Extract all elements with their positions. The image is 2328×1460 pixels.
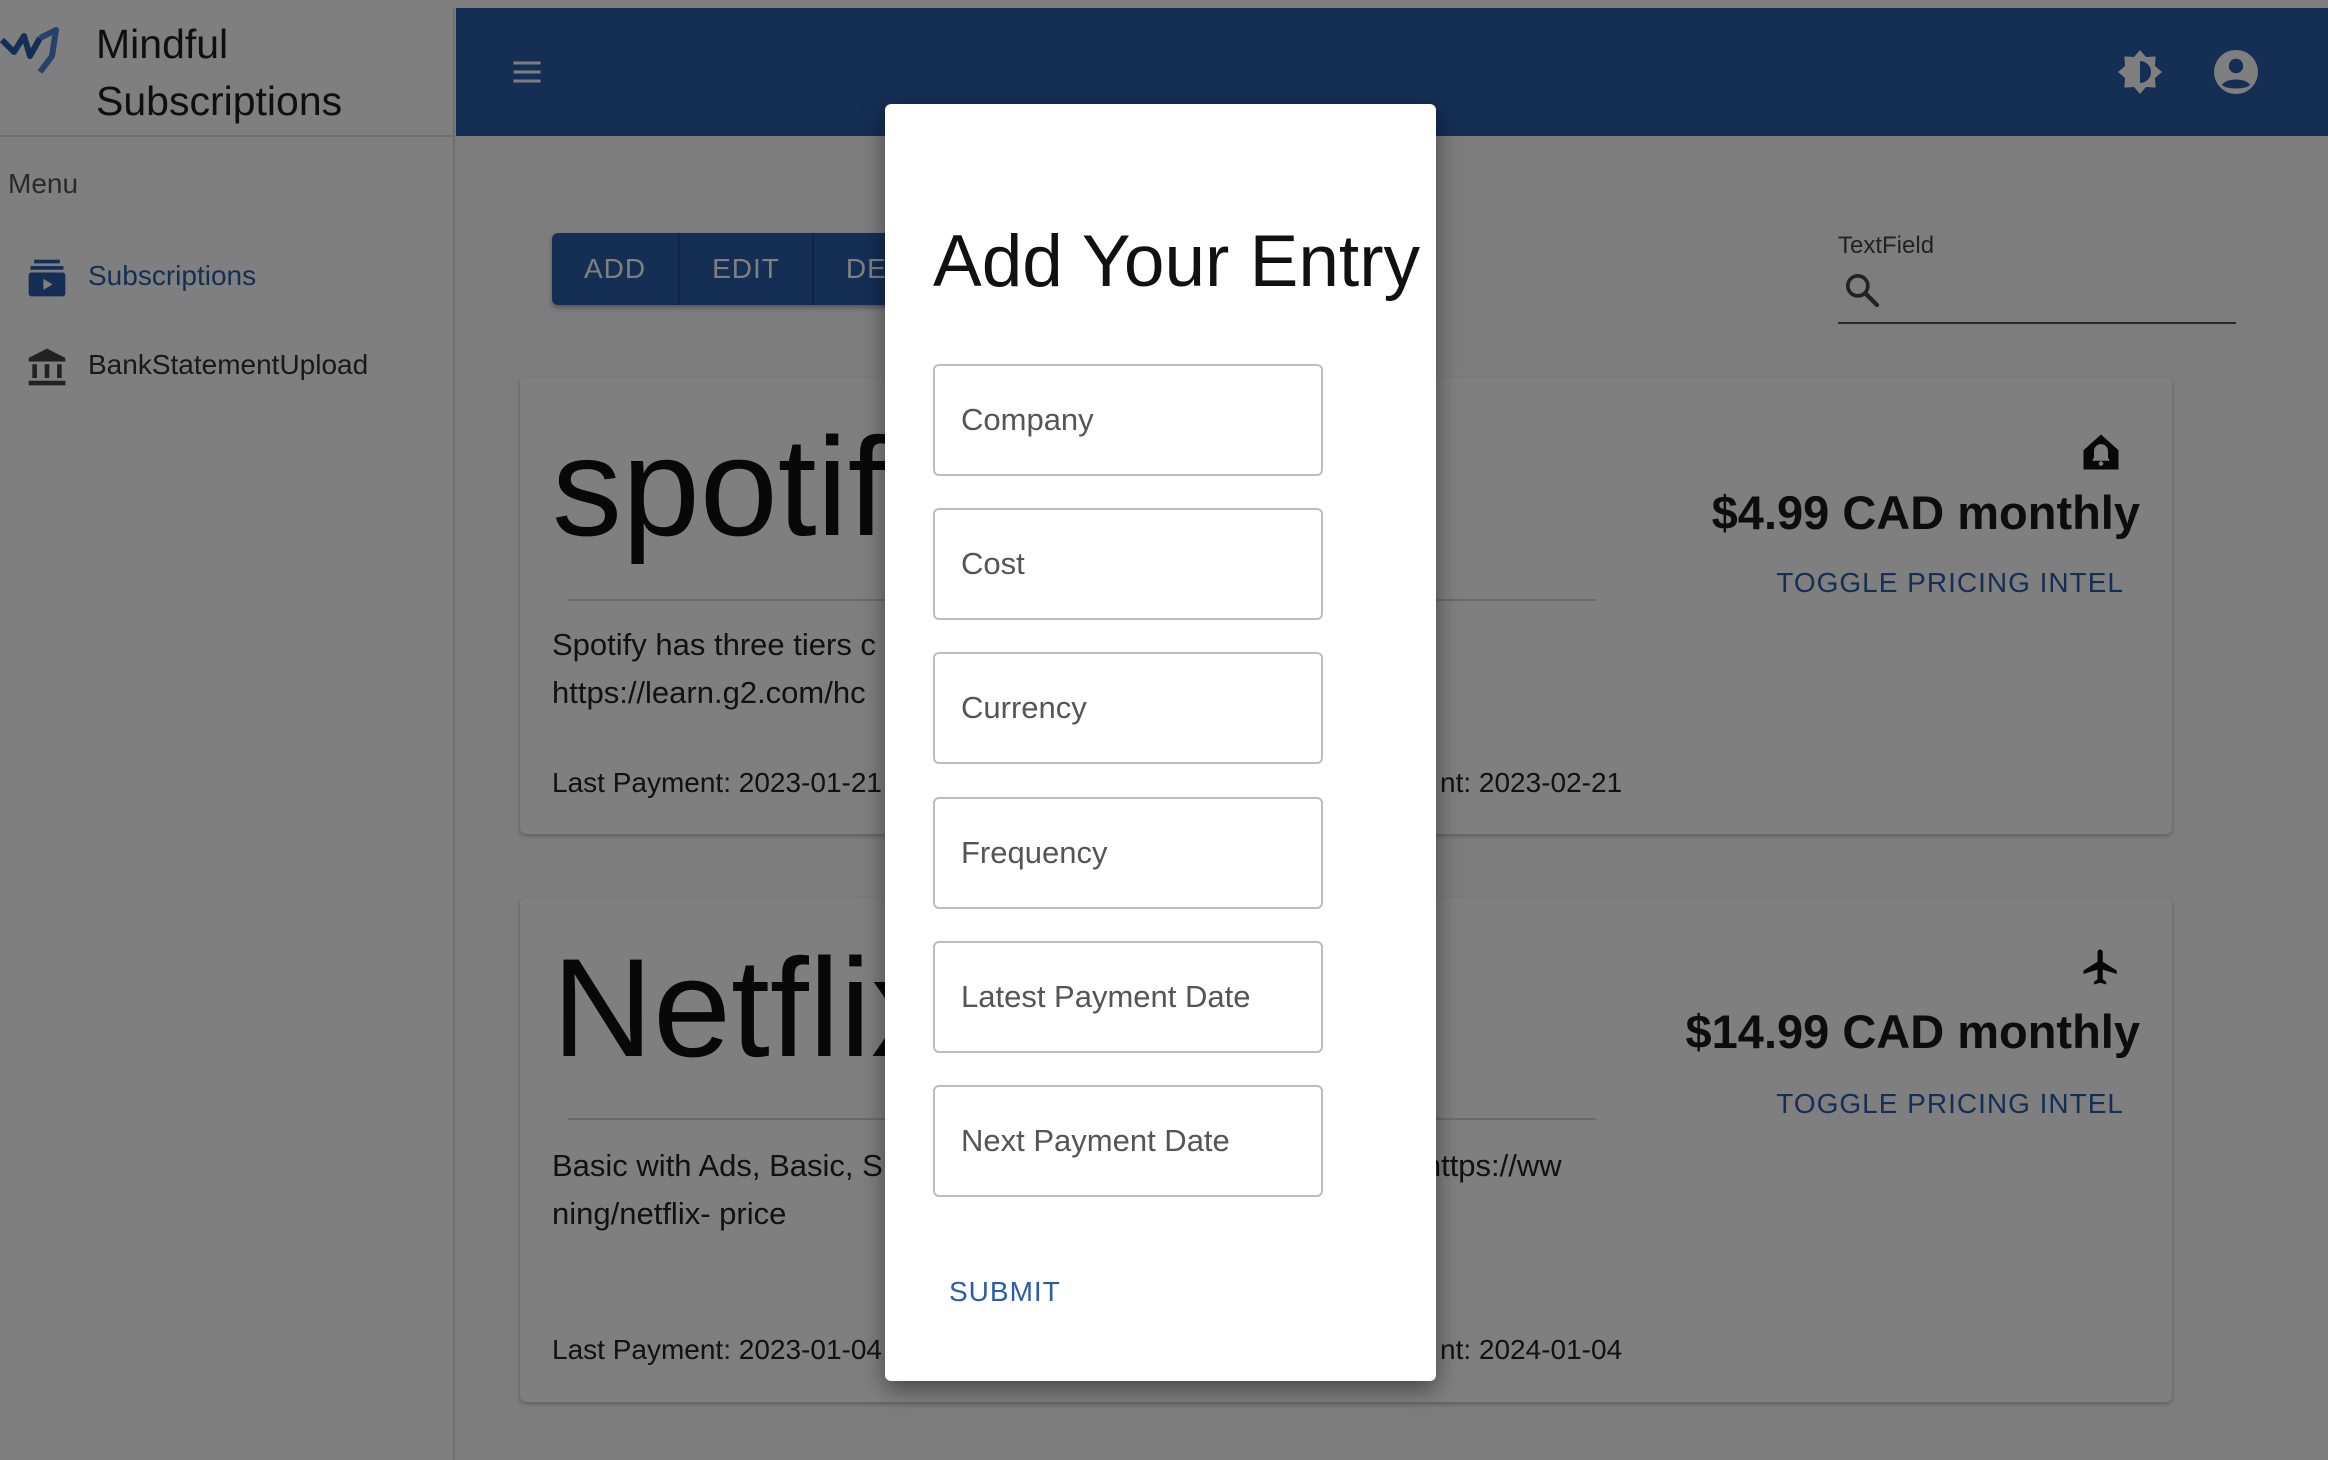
currency-input[interactable]	[961, 654, 1301, 762]
next-payment-date-input[interactable]	[961, 1087, 1301, 1195]
latest-payment-date-field	[933, 941, 1323, 1053]
cost-field	[933, 508, 1323, 620]
frequency-input[interactable]	[961, 799, 1301, 907]
next-payment-date-field	[933, 1085, 1323, 1197]
company-input[interactable]	[961, 366, 1301, 474]
cost-input[interactable]	[961, 510, 1301, 618]
frequency-field	[933, 797, 1323, 909]
latest-payment-date-input[interactable]	[961, 943, 1301, 1051]
app-root: Mindful Subscriptions Menu Subscriptions…	[0, 0, 2328, 1460]
submit-button[interactable]: SUBMIT	[949, 1276, 1061, 1308]
currency-field	[933, 652, 1323, 764]
company-field	[933, 364, 1323, 476]
add-entry-dialog: Add Your Entry SUBMIT	[885, 104, 1436, 1381]
dialog-title: Add Your Entry	[933, 221, 1421, 302]
